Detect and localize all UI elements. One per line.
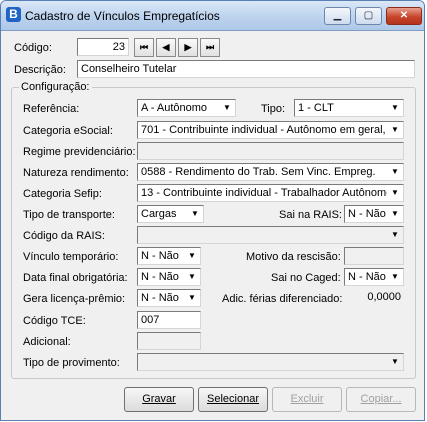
sai-no-caged-value: N - Não xyxy=(348,271,386,283)
maximize-button[interactable]: ▢ xyxy=(355,7,382,25)
chevron-down-icon: ▼ xyxy=(391,103,399,112)
minimize-button[interactable]: ▁ xyxy=(324,7,351,25)
tipo-select[interactable]: 1 - CLT ▼ xyxy=(294,99,404,117)
chevron-down-icon: ▼ xyxy=(391,209,399,218)
codigo-rais-label: Código da RAIS: xyxy=(23,230,105,242)
next-record-button[interactable]: ▶ xyxy=(178,38,198,57)
codigo-tce-field[interactable]: 007 xyxy=(137,311,201,329)
excluir-button[interactable]: Excluir xyxy=(272,387,342,412)
natureza-rendimento-select[interactable]: 0588 - Rendimento do Trab. Sem Vinc. Emp… xyxy=(137,163,404,181)
title-bar: B Cadastro de Vínculos Empregatícios ▁ ▢… xyxy=(1,1,424,31)
close-button[interactable]: ✕ xyxy=(386,7,422,25)
sai-na-rais-label: Sai na RAIS: xyxy=(279,209,342,221)
categoria-esocial-value: 701 - Contribuinte individual - Autônomo… xyxy=(141,124,387,136)
chevron-down-icon: ▼ xyxy=(391,230,399,239)
chevron-down-icon: ▼ xyxy=(391,188,399,197)
codigo-field[interactable]: 23 xyxy=(77,38,129,56)
selecionar-button[interactable]: Selecionar xyxy=(198,387,268,412)
chevron-down-icon: ▼ xyxy=(191,209,199,218)
chevron-down-icon: ▼ xyxy=(188,251,196,260)
regime-previdenciario-field xyxy=(137,142,404,160)
codigo-rais-select[interactable]: ▼ xyxy=(137,226,404,244)
chevron-down-icon: ▼ xyxy=(223,103,231,112)
gera-licenca-premio-label: Gera licença-prêmio: xyxy=(23,293,126,305)
descricao-field[interactable]: Conselheiro Tutelar xyxy=(77,60,415,78)
categoria-sefip-select[interactable]: 13 - Contribuinte individual - Trabalhad… xyxy=(137,184,404,202)
gravar-button[interactable]: Gravar xyxy=(124,387,194,412)
sai-na-rais-value: N - Não xyxy=(348,208,386,220)
tipo-label: Tipo: xyxy=(261,103,286,115)
natureza-rendimento-value: 0588 - Rendimento do Trab. Sem Vinc. Emp… xyxy=(141,166,376,178)
data-final-obrigatoria-select[interactable]: N - Não ▼ xyxy=(137,268,201,286)
adicional-field xyxy=(137,332,201,350)
sai-na-rais-select[interactable]: N - Não ▼ xyxy=(344,205,404,223)
tipo-provimento-label: Tipo de provimento: xyxy=(23,357,120,369)
motivo-rescisao-label: Motivo da rescisão: xyxy=(246,251,341,263)
sai-no-caged-label: Sai no Caged: xyxy=(271,272,341,284)
gera-licenca-premio-select[interactable]: N - Não ▼ xyxy=(137,289,201,307)
sai-no-caged-select[interactable]: N - Não ▼ xyxy=(344,268,404,286)
adicional-label: Adicional: xyxy=(23,336,71,348)
app-icon: B xyxy=(6,7,21,22)
vinculo-temporario-select[interactable]: N - Não ▼ xyxy=(137,247,201,265)
categoria-sefip-value: 13 - Contribuinte individual - Trabalhad… xyxy=(141,187,387,199)
chevron-down-icon: ▼ xyxy=(391,272,399,281)
motivo-rescisao-field xyxy=(344,247,404,265)
adic-ferias-label: Adic. férias diferenciado: xyxy=(222,293,343,305)
tipo-transporte-select[interactable]: Cargas ▼ xyxy=(137,205,204,223)
tipo-transporte-value: Cargas xyxy=(141,208,177,220)
chevron-down-icon: ▼ xyxy=(188,272,196,281)
vinculo-temporario-value: N - Não xyxy=(141,250,179,262)
last-record-button[interactable]: ⏭ xyxy=(200,38,220,57)
tipo-transporte-label: Tipo de transporte: xyxy=(23,209,115,221)
chevron-down-icon: ▼ xyxy=(188,293,196,302)
data-final-obrigatoria-label: Data final obrigatória: xyxy=(23,272,128,284)
data-final-obrigatoria-value: N - Não xyxy=(141,271,179,283)
previous-record-button[interactable]: ◀ xyxy=(156,38,176,57)
descricao-label: Descrição: xyxy=(14,64,66,76)
vinculo-temporario-label: Vínculo temporário: xyxy=(23,251,119,263)
window: B Cadastro de Vínculos Empregatícios ▁ ▢… xyxy=(0,0,425,421)
codigo-label: Código: xyxy=(14,42,52,54)
chevron-down-icon: ▼ xyxy=(391,125,399,134)
referencia-label: Referência: xyxy=(23,103,80,115)
categoria-esocial-label: Categoria eSocial: xyxy=(23,125,113,137)
codigo-rais-value xyxy=(138,227,387,243)
referencia-value: A - Autônomo xyxy=(141,102,208,114)
first-record-button[interactable]: ⏮ xyxy=(134,38,154,57)
copiar-button[interactable]: Copiar... xyxy=(346,387,416,412)
chevron-down-icon: ▼ xyxy=(391,167,399,176)
referencia-select[interactable]: A - Autônomo ▼ xyxy=(137,99,236,117)
regime-previdenciario-label: Regime previdenciário: xyxy=(23,146,136,158)
tipo-provimento-value xyxy=(138,354,387,370)
tipo-value: 1 - CLT xyxy=(298,102,334,114)
configuracao-title: Configuração: xyxy=(19,80,92,94)
codigo-tce-label: Código TCE: xyxy=(23,315,86,327)
tipo-provimento-select[interactable]: ▼ xyxy=(137,353,404,371)
categoria-sefip-label: Categoria Sefip: xyxy=(23,188,102,200)
adic-ferias-field[interactable]: 0,0000 xyxy=(344,289,404,307)
window-title: Cadastro de Vínculos Empregatícios xyxy=(25,9,220,23)
natureza-rendimento-label: Natureza rendimento: xyxy=(23,167,129,179)
categoria-esocial-select[interactable]: 701 - Contribuinte individual - Autônomo… xyxy=(137,121,404,139)
chevron-down-icon: ▼ xyxy=(391,357,399,366)
gera-licenca-premio-value: N - Não xyxy=(141,292,179,304)
